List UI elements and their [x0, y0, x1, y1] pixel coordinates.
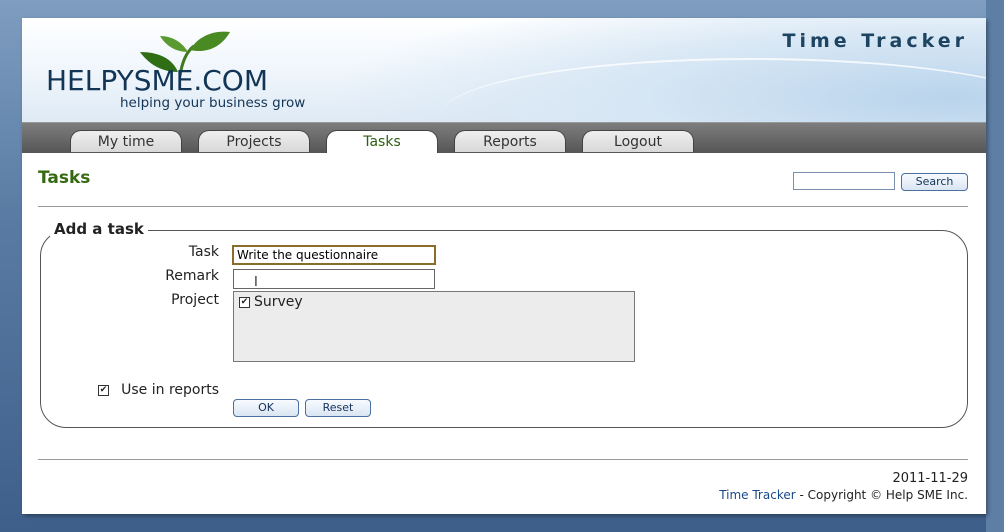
project-list[interactable]: ✔ Survey [233, 291, 635, 362]
divider-top [38, 206, 968, 207]
checkbox-icon[interactable]: ✔ [239, 297, 250, 308]
project-survey-label: Survey [254, 294, 303, 310]
ibeam-cursor-icon: I [254, 275, 258, 290]
footer-date: 2011-11-29 [892, 471, 968, 486]
page-title: Tasks [38, 168, 91, 188]
tab-logout[interactable]: Logout [582, 130, 694, 152]
use-in-reports-label: Use in reports [121, 382, 219, 398]
ok-button[interactable]: OK [233, 399, 299, 417]
remark-input[interactable] [233, 269, 435, 289]
tab-projects[interactable]: Projects [198, 130, 310, 152]
tab-my-time[interactable]: My time [70, 130, 182, 152]
task-label: Task [188, 244, 219, 260]
header-banner: Time Tracker HELPYSME.COM helping your b… [22, 18, 986, 122]
window-edge [986, 0, 1004, 532]
project-label: Project [171, 292, 219, 308]
logo-tagline: helping your business grow [120, 95, 306, 111]
browser-page: Time Tracker HELPYSME.COM helping your b… [22, 18, 986, 514]
tab-reports[interactable]: Reports [454, 130, 566, 152]
divider-bottom [38, 459, 968, 460]
tab-tasks[interactable]: Tasks [326, 130, 438, 153]
remark-label: Remark [165, 268, 219, 284]
add-task-legend: Add a task [50, 220, 148, 238]
footer-link[interactable]: Time Tracker [719, 488, 795, 502]
app-title: Time Tracker [782, 30, 968, 52]
task-input[interactable]: Write the questionnaire [232, 245, 436, 265]
reset-button[interactable]: Reset [305, 399, 371, 417]
logo[interactable]: HELPYSME.COM helping your business grow [46, 28, 346, 120]
footer-copyright: Time Tracker - Copyright © Help SME Inc. [719, 488, 968, 502]
search-input[interactable] [793, 172, 895, 190]
footer-copyright-text: - Copyright © Help SME Inc. [795, 488, 968, 502]
list-item[interactable]: ✔ Survey [234, 292, 614, 312]
search-button[interactable]: Search [901, 173, 968, 191]
logo-text: HELPYSME.COM [46, 64, 268, 97]
